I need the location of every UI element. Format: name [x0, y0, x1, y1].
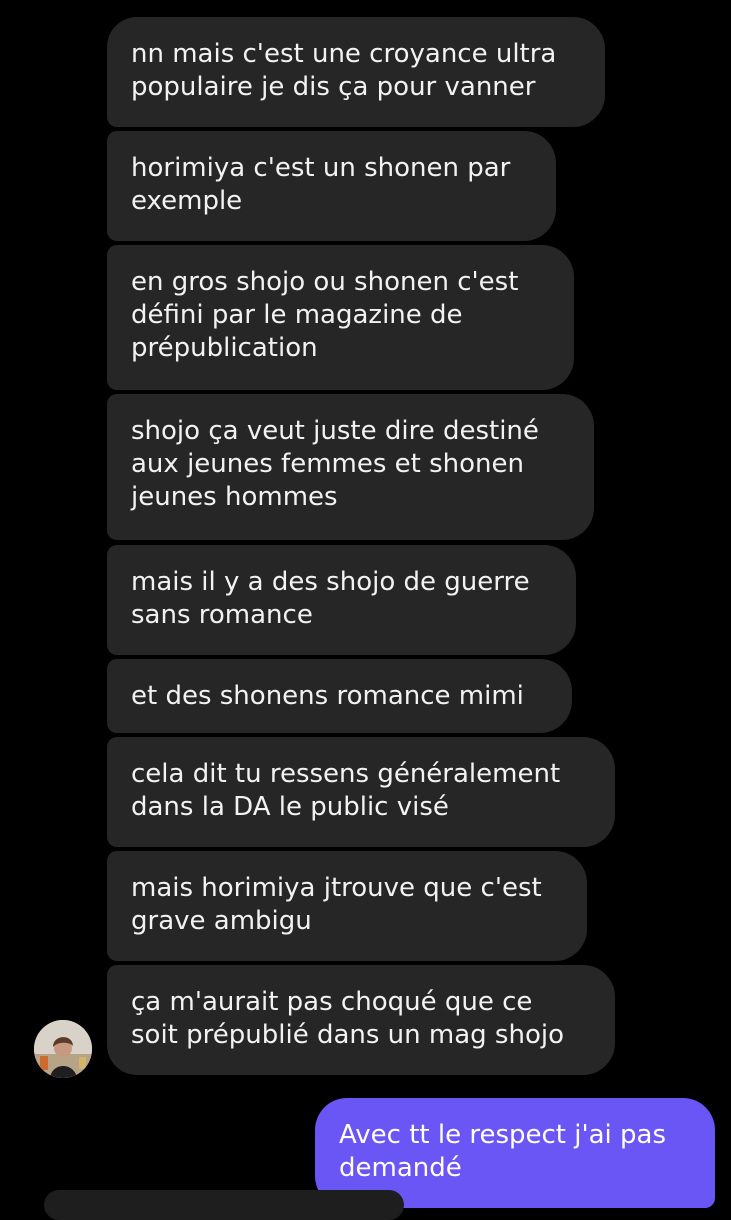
contact-avatar[interactable] [34, 1020, 92, 1078]
message-line: jeunes hommes [131, 482, 338, 512]
message-line: et des shonens romance mimi [131, 681, 524, 711]
message-bubble[interactable]: horimiya c'est un shonen par exemple [107, 131, 556, 241]
message-bubble[interactable]: nn mais c'est une croyance ultra populai… [107, 17, 605, 127]
message-line: dans la DA le public visé [131, 792, 449, 822]
message-line: cela dit tu ressens généralement [131, 759, 561, 789]
message-line: horimiya c'est un shonen par [131, 153, 511, 183]
message-line: demandé [339, 1153, 462, 1183]
message-line: soit prépublié dans un mag shojo [131, 1020, 564, 1050]
message-bubble[interactable]: mais horimiya jtrouve que c'est grave am… [107, 851, 587, 961]
message-line: mais il y a des shojo de guerre [131, 567, 530, 597]
message-line: sans romance [131, 600, 313, 630]
message-line: populaire je dis ça pour vanner [131, 72, 536, 102]
message-line: shojo ça veut juste dire destiné [131, 416, 539, 446]
message-bubble[interactable]: shojo ça veut juste dire destiné aux jeu… [107, 394, 594, 540]
message-line: prépublication [131, 333, 318, 363]
message-line: mais horimiya jtrouve que c'est [131, 873, 542, 903]
message-thread[interactable]: nn mais c'est une croyance ultra populai… [0, 0, 731, 1220]
message-line: exemple [131, 186, 243, 216]
message-line: défini par le magazine de [131, 300, 463, 330]
message-bubble[interactable]: en gros shojo ou shonen c'est défini par… [107, 245, 574, 390]
avatar-image [34, 1020, 92, 1078]
partial-message-bubble[interactable] [44, 1190, 404, 1220]
message-line: aux jeunes femmes et shonen [131, 449, 524, 479]
message-line: Avec tt le respect j'ai pas [339, 1120, 667, 1150]
message-bubble[interactable]: cela dit tu ressens généralement dans la… [107, 737, 615, 847]
message-bubble[interactable]: et des shonens romance mimi [107, 659, 572, 733]
message-bubble[interactable]: ça m'aurait pas choqué que ce soit prépu… [107, 965, 615, 1075]
message-line: ça m'aurait pas choqué que ce [131, 987, 533, 1017]
message-line: en gros shojo ou shonen c'est [131, 267, 519, 297]
message-line: grave ambigu [131, 906, 312, 936]
message-bubble[interactable]: mais il y a des shojo de guerre sans rom… [107, 545, 576, 655]
message-line: nn mais c'est une croyance ultra [131, 39, 557, 69]
